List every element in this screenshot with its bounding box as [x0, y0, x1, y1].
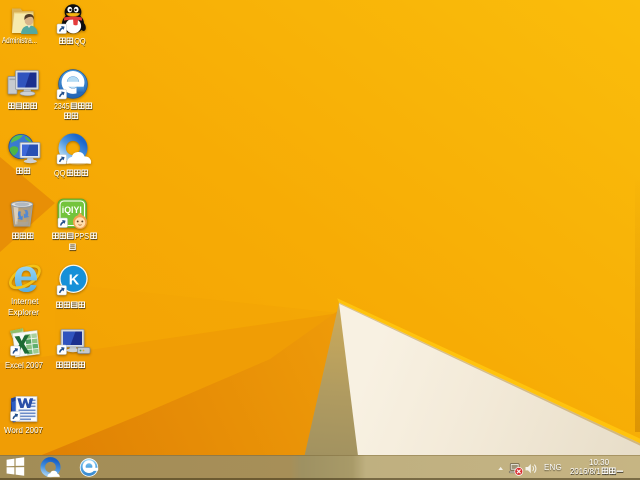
svg-text:e: e [13, 250, 39, 302]
svg-text:2016/8/1: 2016/8/1 [570, 467, 601, 476]
svg-text:K: K [69, 272, 80, 288]
svg-text:QQ: QQ [54, 169, 66, 178]
svg-text:QQ: QQ [74, 37, 86, 46]
svg-text:Internet: Internet [11, 297, 39, 306]
svg-text:Excel 2007: Excel 2007 [5, 361, 44, 370]
svg-text:PPS: PPS [74, 232, 89, 241]
svg-text:Administra...: Administra... [2, 36, 37, 45]
svg-text:Explorer: Explorer [8, 308, 39, 317]
svg-text:Word 2007: Word 2007 [4, 426, 44, 435]
svg-text:2345: 2345 [54, 102, 70, 111]
